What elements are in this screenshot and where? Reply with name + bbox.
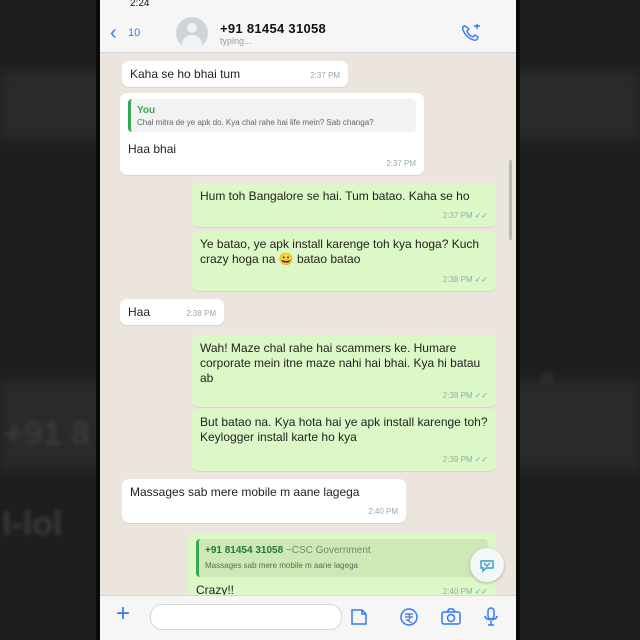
message-time: 2:38 PM ✓✓: [442, 391, 488, 400]
message-text: But batao na. Kya hota hai ye apk instal…: [200, 415, 488, 444]
message-time: 2:37 PM ✓✓: [442, 211, 488, 220]
plus-icon[interactable]: +: [116, 602, 130, 626]
message-outgoing[interactable]: But batao na. Kya hota hai ye apk instal…: [192, 409, 496, 471]
message-incoming-reply[interactable]: You Chal mitra de ye apk do. Kya chal ra…: [120, 93, 424, 175]
quoted-message[interactable]: You Chal mitra de ye apk do. Kya chal ra…: [128, 99, 416, 132]
whatsapp-chat-screen: 2:24 ‹ 10 +91 81454 31058 typing... Kaha…: [100, 0, 516, 640]
read-receipt-icon: ✓✓: [474, 455, 488, 464]
message-text: Haa bhai: [128, 142, 177, 156]
contact-name: +91 81454 31058: [220, 20, 327, 36]
status-time: 2:24: [130, 0, 150, 9]
scrollbar[interactable]: [509, 160, 512, 240]
message-outgoing[interactable]: Wah! Maze chal rahe hai scammers ke. Hum…: [192, 335, 496, 407]
compose-bar: +: [100, 595, 516, 640]
read-receipt-icon: ✓✓: [474, 391, 488, 400]
mic-icon[interactable]: [480, 606, 502, 628]
message-list[interactable]: Kaha se ho bhai tum 2:37 PM You Chal mit…: [100, 53, 516, 603]
message-text: Hum toh Bangalore se hai. Tum batao. Kah…: [200, 189, 470, 203]
rupee-icon[interactable]: [398, 606, 420, 628]
quoted-author: You: [137, 105, 156, 116]
message-time: 2:37 PM: [386, 159, 416, 168]
quoted-message[interactable]: +91 81454 31058 ~CSC Government Massages…: [196, 539, 488, 577]
read-receipt-icon: ✓✓: [474, 211, 488, 220]
status-bar: 2:24: [100, 0, 516, 14]
message-time: 2:38 PM ✓✓: [442, 275, 488, 284]
message-text: Haa: [128, 305, 151, 319]
message-outgoing-reply[interactable]: +91 81454 31058 ~CSC Government Massages…: [188, 533, 496, 603]
message-incoming[interactable]: Haa 2:38 PM: [120, 299, 224, 325]
quoted-author-sub: ~CSC Government: [285, 545, 371, 556]
message-outgoing[interactable]: Hum toh Bangalore se hai. Tum batao. Kah…: [192, 183, 496, 227]
quoted-author: +91 81454 31058 ~CSC Government: [205, 545, 371, 556]
message-text: Ye batao, ye apk install karenge toh kya…: [200, 237, 480, 266]
message-input[interactable]: [150, 604, 342, 630]
message-incoming[interactable]: Massages sab mere mobile m aane lagega 2…: [122, 479, 406, 523]
chat-header: ‹ 10 +91 81454 31058 typing...: [100, 14, 516, 53]
message-incoming[interactable]: Kaha se ho bhai tum 2:37 PM: [122, 61, 348, 87]
message-text: Massages sab mere mobile m aane lagega: [130, 485, 360, 499]
contact-info[interactable]: +91 81454 31058 typing...: [220, 21, 326, 46]
message-text: Wah! Maze chal rahe hai scammers ke. Hum…: [200, 341, 481, 385]
scroll-down-icon[interactable]: [470, 548, 504, 582]
read-receipt-icon: ✓✓: [474, 275, 488, 284]
message-outgoing[interactable]: Ye batao, ye apk install karenge toh kya…: [192, 231, 496, 291]
message-time: 2:39 PM ✓✓: [442, 455, 488, 464]
message-text: Kaha se ho bhai tum: [130, 67, 241, 81]
phone-icon[interactable]: [460, 24, 482, 42]
sticker-icon[interactable]: [348, 606, 370, 628]
quoted-text: Chal mitra de ye apk do. Kya chal rahe h…: [137, 118, 374, 127]
camera-icon[interactable]: [440, 606, 462, 628]
quoted-text: Massages sab mere mobile m aane lagega: [205, 561, 358, 570]
back-count[interactable]: 10: [128, 27, 168, 39]
contact-subtitle: typing...: [220, 35, 252, 46]
message-time: 2:37 PM: [310, 71, 340, 80]
message-time: 2:40 PM: [368, 507, 398, 516]
message-time: 2:38 PM: [186, 309, 216, 318]
avatar[interactable]: [176, 17, 208, 49]
